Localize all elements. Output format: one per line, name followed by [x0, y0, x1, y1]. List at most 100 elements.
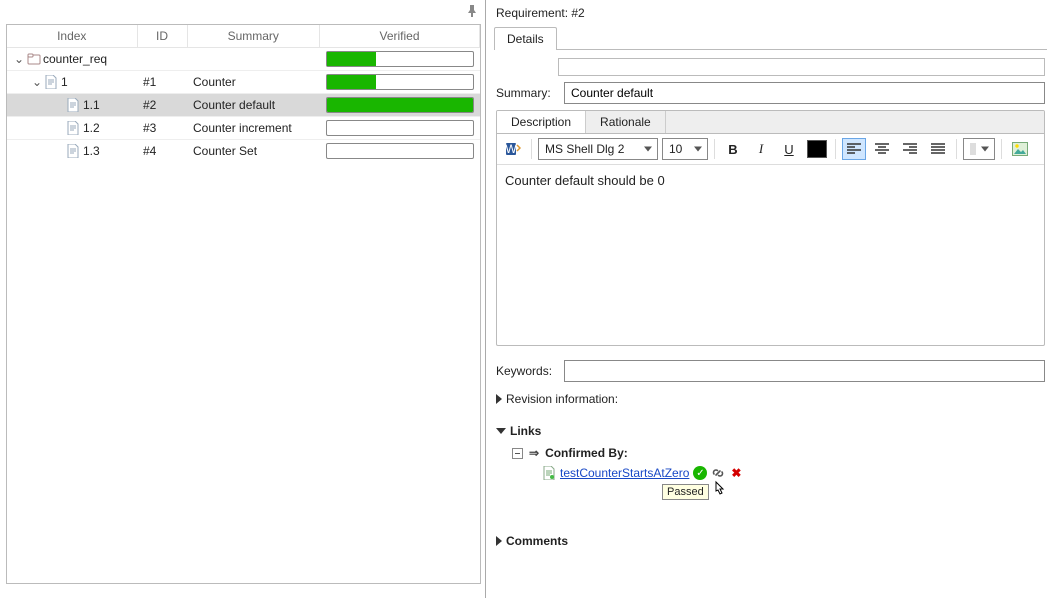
tab-rationale[interactable]: Rationale — [586, 111, 666, 133]
page-title: Requirement: #2 — [486, 0, 1055, 26]
comments-label: Comments — [506, 534, 568, 548]
insert-image-button[interactable] — [1008, 138, 1032, 160]
tab-description[interactable]: Description — [497, 111, 586, 133]
section-links[interactable]: Links — [496, 424, 1045, 438]
toolbar-sep — [714, 139, 715, 159]
caret-right-icon — [496, 536, 502, 546]
row-summary: Counter default — [187, 94, 320, 117]
document-icon — [45, 75, 59, 89]
status-passed-icon: ✓ — [693, 466, 707, 480]
document-icon — [67, 98, 81, 112]
table-row[interactable]: 1.3 #4Counter Set — [7, 140, 480, 163]
bold-button[interactable]: B — [721, 138, 745, 160]
table-row[interactable]: 1.2 #3Counter increment — [7, 117, 480, 140]
font-size-select[interactable]: 10 — [662, 138, 708, 160]
text-color-button[interactable] — [805, 138, 829, 160]
right-panel: Requirement: #2 Details Summary: Descrip… — [485, 0, 1055, 598]
collapse-icon[interactable] — [512, 448, 523, 459]
svg-text:W: W — [505, 142, 517, 156]
row-index-label: 1 — [61, 75, 68, 89]
editor-tabs: Description Rationale — [497, 111, 1044, 134]
cursor-icon — [710, 480, 728, 500]
col-summary[interactable]: Summary — [187, 25, 320, 48]
table-header-row: Index ID Summary Verified — [7, 25, 480, 48]
links-body: ⇒ Confirmed By: testCounterStartsAtZero … — [496, 442, 1045, 484]
verified-progress — [326, 143, 474, 159]
links-label: Links — [510, 424, 541, 438]
left-toolbar — [0, 0, 485, 22]
doc-icon — [542, 466, 556, 480]
row-summary: Counter — [187, 71, 320, 94]
col-index[interactable]: Index — [7, 25, 137, 48]
table-row[interactable]: ⌄ 1 #1Counter — [7, 71, 480, 94]
align-justify-button[interactable] — [926, 138, 950, 160]
editor-toolbar: W MS Shell Dlg 2 10 B I U — [497, 134, 1044, 165]
row-id: #1 — [137, 71, 187, 94]
keywords-input[interactable] — [564, 360, 1045, 382]
confirmed-by-label: Confirmed By: — [545, 446, 628, 460]
verified-progress — [326, 51, 474, 67]
caret-right-icon — [496, 394, 502, 404]
italic-button[interactable]: I — [749, 138, 773, 160]
row-summary: Counter Set — [187, 140, 320, 163]
row-index-label: 1.3 — [83, 144, 100, 158]
toolbar-sep — [531, 139, 532, 159]
summary-row: Summary: — [496, 82, 1045, 104]
verified-progress — [326, 97, 474, 113]
row-id: #4 — [137, 140, 187, 163]
align-right-button[interactable] — [898, 138, 922, 160]
word-import-icon[interactable]: W — [501, 138, 525, 160]
table-row[interactable]: 1.1#2Counter default — [7, 94, 480, 117]
col-verified[interactable]: Verified — [320, 25, 480, 48]
summary-input[interactable] — [564, 82, 1045, 104]
font-select[interactable]: MS Shell Dlg 2 — [538, 138, 658, 160]
toolbar-sep — [1001, 139, 1002, 159]
highlight-color-select[interactable] — [963, 138, 995, 160]
caret-down-icon — [496, 428, 506, 434]
verified-progress — [326, 74, 474, 90]
section-comments[interactable]: Comments — [496, 534, 1045, 548]
col-id[interactable]: ID — [137, 25, 187, 48]
align-center-button[interactable] — [870, 138, 894, 160]
test-link[interactable]: testCounterStartsAtZero — [560, 466, 689, 480]
row-id: #2 — [137, 94, 187, 117]
summary-label: Summary: — [496, 86, 556, 100]
align-left-button[interactable] — [842, 138, 866, 160]
document-icon — [67, 144, 81, 158]
requirements-table: Index ID Summary Verified ⌄counter_req⌄1… — [7, 25, 480, 162]
row-index-label: counter_req — [43, 52, 107, 66]
chain-link-icon[interactable] — [711, 466, 725, 480]
delete-link-icon[interactable]: ✖ — [729, 466, 743, 480]
expand-toggle[interactable]: ⌄ — [13, 52, 25, 66]
section-revision[interactable]: Revision information: — [496, 392, 1045, 406]
app-root: Index ID Summary Verified ⌄counter_req⌄1… — [0, 0, 1055, 598]
field-placeholder-top — [558, 58, 1045, 76]
toolbar-sep — [956, 139, 957, 159]
tab-details[interactable]: Details — [494, 27, 557, 50]
left-panel: Index ID Summary Verified ⌄counter_req⌄1… — [0, 0, 485, 598]
folder-icon — [27, 52, 41, 66]
editor: Description Rationale W MS Shell Dlg 2 1… — [496, 110, 1045, 346]
keywords-row: Keywords: — [496, 360, 1045, 382]
main-tabs: Details — [494, 26, 1047, 50]
row-id — [137, 48, 187, 71]
verified-progress — [326, 120, 474, 136]
arrow-right-icon: ⇒ — [529, 446, 539, 460]
document-icon — [67, 121, 81, 135]
links-group-row[interactable]: ⇒ Confirmed By: — [512, 446, 1045, 460]
requirements-table-wrap: Index ID Summary Verified ⌄counter_req⌄1… — [6, 24, 481, 584]
table-row[interactable]: ⌄ counter_req — [7, 48, 480, 71]
row-summary — [187, 48, 320, 71]
row-index-label: 1.2 — [83, 121, 100, 135]
row-id: #3 — [137, 117, 187, 140]
keywords-label: Keywords: — [496, 364, 556, 378]
row-summary: Counter increment — [187, 117, 320, 140]
underline-button[interactable]: U — [777, 138, 801, 160]
status-tooltip: Passed — [662, 484, 709, 500]
revision-label: Revision information: — [506, 392, 618, 406]
pin-icon[interactable] — [467, 5, 477, 17]
expand-toggle[interactable]: ⌄ — [31, 75, 43, 89]
link-item: testCounterStartsAtZero ✓ ✖ Passed — [512, 466, 1045, 480]
editor-textarea[interactable]: Counter default should be 0 — [497, 165, 1044, 345]
toolbar-sep — [835, 139, 836, 159]
